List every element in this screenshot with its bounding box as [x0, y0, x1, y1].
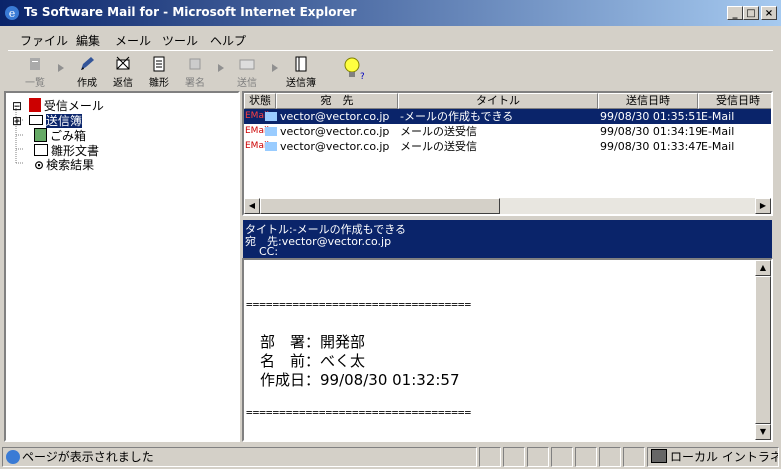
tree-item-search[interactable]: ⊙ 検索結果 — [34, 156, 94, 173]
col-sent[interactable]: 送信日時 — [598, 93, 698, 109]
arrow-icon — [272, 64, 278, 72]
body-dept: 部 署：開発部 — [260, 333, 366, 351]
scroll-up-icon[interactable]: ▲ — [755, 260, 771, 276]
outbox-folder-icon — [28, 115, 43, 125]
envelope-icon — [265, 112, 277, 121]
menu-tools[interactable]: ツール — [162, 32, 198, 49]
vertical-scrollbar[interactable]: ▲ ▼ — [755, 260, 771, 440]
message-body[interactable]: ================================== 部 署：開… — [242, 258, 773, 442]
body-separator: ================================== — [246, 406, 472, 419]
table-row[interactable]: EMail vector@vector.co.jp メールの送受信 99/08/… — [244, 124, 771, 139]
message-header: タイトル:-メールの作成もできる 宛 先:vector@vector.co.jp… — [243, 220, 772, 258]
help-button[interactable]: ? — [336, 53, 370, 89]
reply-button[interactable]: 返信 — [106, 53, 140, 89]
envelope-icon — [265, 142, 277, 151]
outbox-button[interactable]: 送信簿 — [284, 53, 318, 89]
svg-text:?: ? — [360, 72, 364, 81]
menu-edit[interactable]: 編集 — [76, 32, 100, 49]
menu-file[interactable]: ファイル — [20, 32, 68, 49]
table-row[interactable]: EMail vector@vector.co.jp メールの送受信 99/08/… — [244, 139, 771, 154]
scroll-thumb[interactable] — [260, 198, 500, 214]
compose-button[interactable]: 作成 — [70, 53, 104, 89]
status-text-cell: ページが表示されました — [2, 447, 477, 467]
col-received[interactable]: 受信日時 — [698, 93, 771, 109]
status-cell — [503, 447, 525, 467]
status-cell — [575, 447, 597, 467]
envelope-icon — [265, 127, 277, 136]
folder-tree: ⊟ 受信メール ⊞ 送信簿 ごみ箱 雛形文書 ⊙ 検索結果 — [4, 91, 240, 442]
scroll-left-icon[interactable]: ◀ — [244, 198, 260, 214]
col-title[interactable]: タイトル — [398, 93, 598, 109]
window-title: Ts Software Mail for - Microsoft Interne… — [24, 5, 357, 19]
close-button[interactable]: × — [761, 6, 777, 20]
arrow-icon — [58, 64, 64, 72]
status-bar: ページが表示されました ローカル イントラネッ — [0, 445, 781, 469]
send-icon — [239, 59, 255, 70]
arrow-icon — [218, 64, 224, 72]
menu-mail[interactable]: メール — [115, 32, 151, 49]
trash-icon — [34, 128, 47, 142]
body-date: 作成日：99/08/30 01:32:57 — [260, 371, 460, 389]
title-bar: e Ts Software Mail for - Microsoft Inter… — [0, 0, 781, 26]
sign-icon — [189, 58, 201, 70]
message-list: 状態 宛 先 タイトル 送信日時 受信日時 EMail vector@vecto… — [242, 91, 773, 216]
zone-cell: ローカル イントラネッ — [647, 447, 779, 467]
sign-button[interactable]: 署名 — [178, 53, 212, 89]
template-folder-icon — [34, 144, 48, 156]
header-cc: CC: — [259, 245, 279, 258]
scroll-thumb[interactable] — [755, 276, 771, 424]
send-button[interactable]: 送信 — [230, 53, 264, 89]
body-name: 名 前：べく太 — [260, 352, 366, 370]
body-separator: ================================== — [246, 298, 472, 311]
list-icon — [30, 58, 40, 70]
maximize-button[interactable]: □ — [743, 6, 759, 20]
template-icon — [153, 56, 165, 72]
outbox-icon — [295, 56, 307, 72]
minimize-button[interactable]: _ — [727, 6, 743, 20]
table-row[interactable]: EMail vector@vector.co.jp -メールの作成もできる 99… — [244, 109, 771, 124]
ie-icon: e — [5, 6, 19, 20]
menu-help[interactable]: ヘルプ — [210, 32, 246, 49]
expander-icon[interactable]: ⊞ — [12, 114, 22, 128]
status-cell — [479, 447, 501, 467]
menu-bar: ファイル 編集 メール ツール ヘルプ — [0, 28, 781, 50]
svg-text:e: e — [9, 7, 16, 20]
status-cell — [623, 447, 645, 467]
status-cell — [551, 447, 573, 467]
toolbar: 一覧 作成 返信 雛形 署名 送信 送信簿 ? — [8, 50, 773, 91]
scroll-down-icon[interactable]: ▼ — [755, 424, 771, 440]
reply-icon — [116, 56, 130, 70]
col-to[interactable]: 宛 先 — [276, 93, 398, 109]
intranet-icon — [651, 449, 667, 463]
search-results-icon: ⊙ — [34, 158, 45, 172]
horizontal-scrollbar[interactable]: ◀ ▶ — [244, 198, 771, 214]
scroll-right-icon[interactable]: ▶ — [755, 198, 771, 214]
compose-icon — [81, 57, 94, 70]
status-cell — [527, 447, 549, 467]
col-status[interactable]: 状態 — [244, 93, 276, 109]
list-button[interactable]: 一覧 — [18, 53, 52, 89]
lightbulb-icon: ? — [344, 57, 364, 81]
template-button[interactable]: 雛形 — [142, 53, 176, 89]
mailbox-icon — [28, 98, 41, 112]
expander-icon[interactable]: ⊟ — [12, 99, 22, 113]
status-cell — [599, 447, 621, 467]
page-icon — [6, 450, 20, 464]
